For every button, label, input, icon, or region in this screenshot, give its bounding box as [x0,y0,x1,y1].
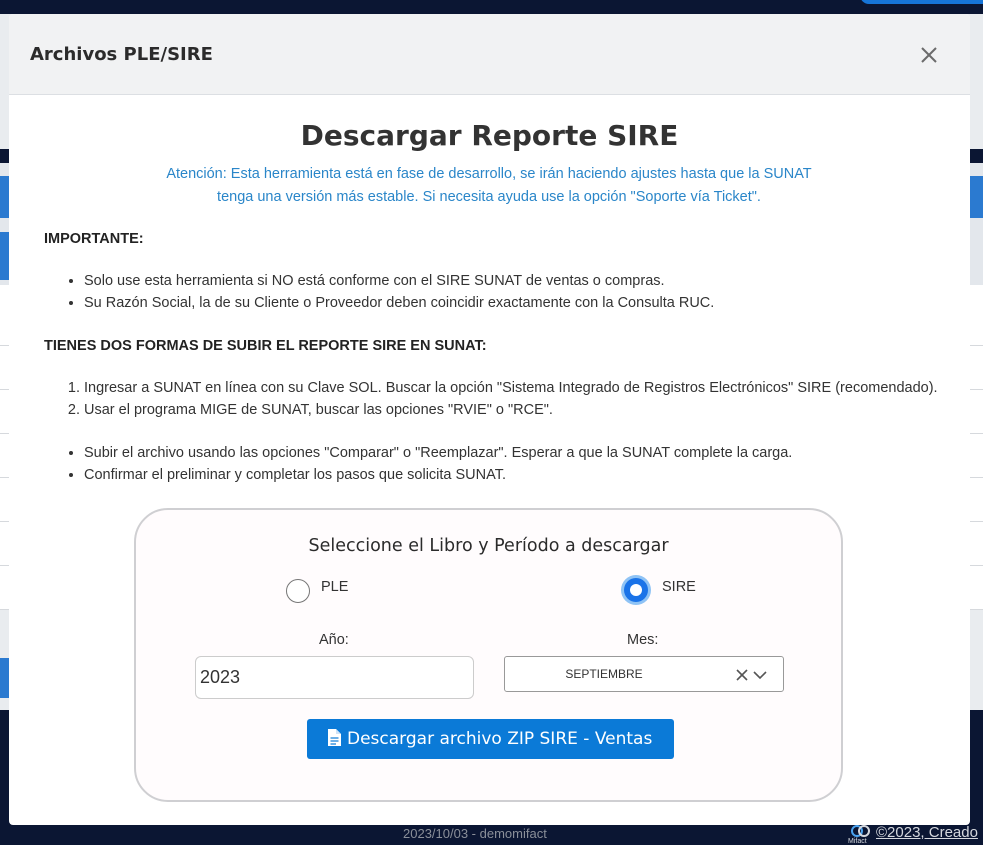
sire-modal: Archivos PLE/SIRE Descargar Reporte SIRE… [9,14,970,825]
close-icon [921,47,937,63]
document-icon [328,729,341,746]
list-item: Ingresar a SUNAT en línea con su Clave S… [84,377,938,399]
list-item: Su Razón Social, la de su Cliente o Prov… [84,292,714,314]
backdrop-top-button [860,0,983,4]
month-select-value: SEPTIEMBRE [565,667,643,681]
download-zip-button[interactable]: Descargar archivo ZIP SIRE - Ventas [307,719,674,759]
backdrop-left-button [0,232,9,280]
notice-line: Atención: Esta herramienta está en fase … [166,166,812,182]
footer-copyright-link[interactable]: ©2023, Creado [876,824,978,841]
month-select[interactable]: SEPTIEMBRE [504,656,784,692]
download-selector-card: Seleccione el Libro y Período a descarga… [134,508,843,802]
selector-title: Seleccione el Libro y Período a descarga… [308,536,669,556]
ple-radio[interactable] [286,579,310,603]
month-label: Mes: [627,632,659,648]
backdrop-left-button [0,658,9,698]
development-notice: Atención: Esta herramienta está en fase … [149,163,829,209]
backdrop-right-button [970,176,983,218]
report-title: Descargar Reporte SIRE [300,119,679,152]
chevron-down-icon[interactable] [752,668,768,682]
modal-title: Archivos PLE/SIRE [30,44,213,65]
year-input[interactable] [195,656,474,699]
sire-radio-label[interactable]: SIRE [662,579,696,595]
important-list: Solo use esta herramienta si NO está con… [44,270,714,314]
sire-radio[interactable] [624,578,648,602]
methods-notes-list: Subir el archivo usando las opciones "Co… [44,442,792,486]
list-item: Confirmar el preliminar y completar los … [84,464,792,486]
methods-steps-list: Ingresar a SUNAT en línea con su Clave S… [44,377,938,421]
important-label: IMPORTANTE: [44,231,144,247]
ple-radio-label[interactable]: PLE [321,579,348,595]
footer-logo-text: Mifact [848,838,867,845]
footer-version-text: 2023/10/03 - demomifact [403,826,547,841]
notice-line: tenga una versión más estable. Si necesi… [217,189,761,205]
clear-icon[interactable] [735,668,749,682]
list-item: Solo use esta herramienta si NO está con… [84,270,714,292]
modal-header: Archivos PLE/SIRE [9,14,970,95]
year-label: Año: [319,632,349,648]
backdrop-left-button [0,176,9,218]
list-item: Usar el programa MIGE de SUNAT, buscar l… [84,399,938,421]
close-button[interactable] [916,42,942,68]
download-button-label: Descargar archivo ZIP SIRE - Ventas [347,729,653,749]
list-item: Subir el archivo usando las opciones "Co… [84,442,792,464]
methods-label: TIENES DOS FORMAS DE SUBIR EL REPORTE SI… [44,338,487,354]
